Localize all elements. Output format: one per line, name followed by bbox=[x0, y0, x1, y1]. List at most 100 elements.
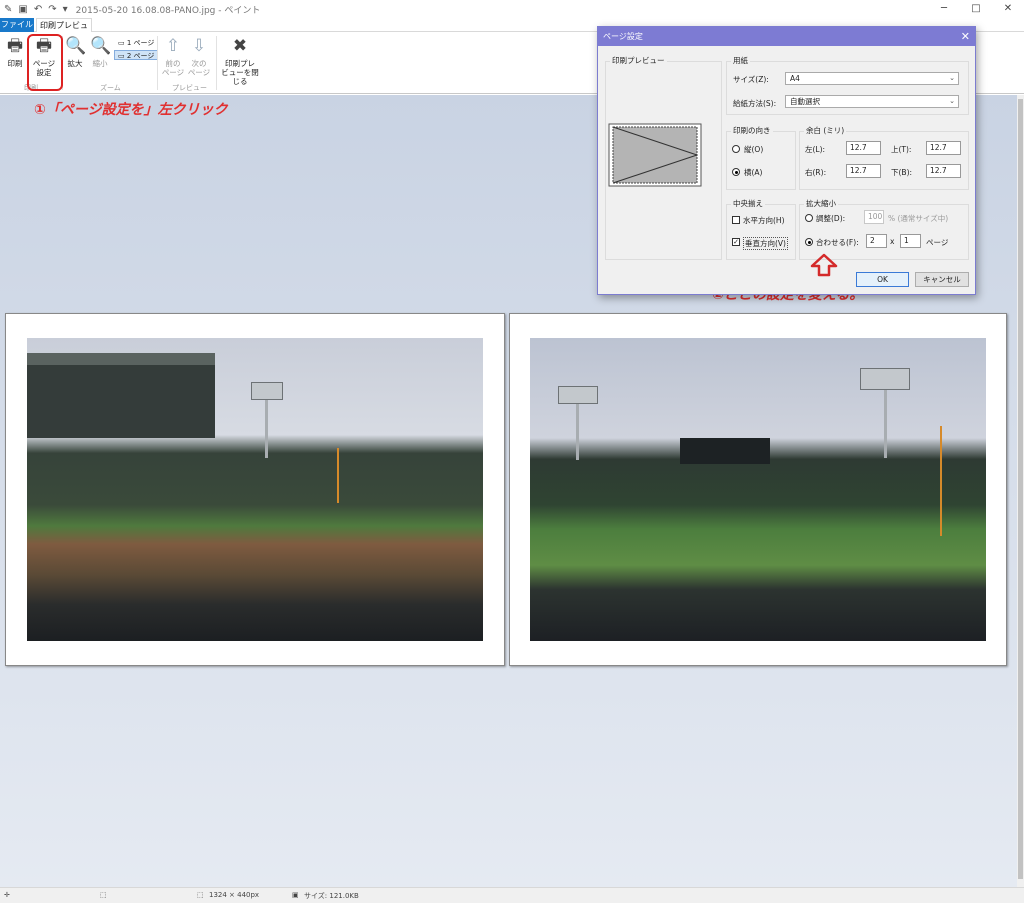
close-preview-label-2: ビューを閉じる bbox=[221, 68, 259, 86]
right-margin-input[interactable]: 12.7 bbox=[846, 164, 881, 178]
minimize-button[interactable]: ─ bbox=[928, 0, 960, 18]
dialog-title-bar: ページ設定 ✕ bbox=[598, 27, 975, 46]
fit-by-label: x bbox=[890, 237, 895, 246]
source-label: 給紙方法(S): bbox=[733, 99, 777, 108]
margins-group bbox=[799, 131, 969, 190]
paper-size-select[interactable]: A4 ⌄ bbox=[785, 72, 959, 85]
printer-icon: 🖶 bbox=[6, 36, 24, 56]
zoom-in-button[interactable]: 🔍 拡大 bbox=[65, 36, 87, 68]
zoom-in-label: 拡大 bbox=[67, 59, 83, 68]
annotation-step1: ①「ページ設定を」左クリック bbox=[34, 102, 228, 118]
cursor-position-icon: ✛ bbox=[4, 891, 10, 899]
zoom-out-icon: 🔍 bbox=[90, 36, 112, 56]
adjust-percent-input[interactable]: 100 bbox=[864, 210, 884, 224]
group-preview-label: プレビュー bbox=[172, 84, 207, 92]
ok-button[interactable]: OK bbox=[856, 272, 909, 287]
margins-label: 余白 (ミリ) bbox=[804, 125, 847, 136]
next-page-button[interactable]: ⇩ 次の ページ bbox=[186, 36, 212, 77]
save-icon[interactable]: ▣ bbox=[18, 4, 27, 15]
landscape-label: 横(A) bbox=[744, 168, 763, 177]
paper-source-value: 自動選択 bbox=[790, 97, 820, 106]
one-page-button[interactable]: ▭ 1 ページ bbox=[114, 37, 158, 47]
vertical-center-label: 垂直方向(V) bbox=[743, 237, 788, 250]
window-title: 2015-05-20 16.08.08-PANO.jpg - ペイント bbox=[75, 5, 261, 16]
fit-pages-tall-input[interactable]: 1 bbox=[900, 234, 921, 248]
print-button[interactable]: 🖶 印刷 bbox=[4, 36, 26, 68]
orientation-group bbox=[726, 131, 796, 190]
page-preview-thumbnail bbox=[608, 123, 702, 187]
window-controls: ─ □ ✕ bbox=[928, 0, 1024, 18]
right-margin-label: 右(R): bbox=[805, 168, 827, 177]
next-page-label-2: ページ bbox=[187, 68, 211, 77]
file-size: サイズ: 121.0KB bbox=[304, 892, 359, 900]
stadium-photo-right bbox=[530, 338, 986, 641]
image-dimensions: 1324 × 440px bbox=[209, 891, 260, 899]
tab-print-preview[interactable]: 印刷プレビュー bbox=[36, 18, 92, 43]
chevron-down-icon: ⌄ bbox=[949, 74, 955, 82]
page-setup-highlight-box bbox=[27, 34, 63, 91]
arrow-down-icon: ⇩ bbox=[191, 36, 207, 56]
light-tower bbox=[558, 386, 598, 404]
cancel-button[interactable]: キャンセル bbox=[915, 272, 969, 287]
left-margin-label: 左(L): bbox=[805, 145, 826, 154]
light-tower-pole bbox=[884, 388, 887, 458]
adjust-radio[interactable] bbox=[805, 214, 813, 222]
undo-icon[interactable]: ↶ bbox=[34, 4, 42, 15]
foul-pole bbox=[940, 426, 942, 536]
landscape-radio[interactable] bbox=[732, 168, 740, 176]
light-tower-pole bbox=[265, 398, 268, 458]
two-pages-label: 2 ページ bbox=[126, 52, 155, 60]
close-preview-button[interactable]: ✖ 印刷プレ ビューを閉じる bbox=[218, 36, 262, 86]
next-page-label-1: 次の bbox=[191, 59, 207, 68]
adjust-suffix: % (通常サイズ中) bbox=[888, 214, 949, 223]
orientation-label: 印刷の向き bbox=[731, 125, 773, 136]
checkmark-icon: ✓ bbox=[733, 238, 739, 246]
fit-to-label: 合わせる(F): bbox=[816, 238, 859, 247]
group-separator bbox=[216, 36, 217, 90]
scoreboard bbox=[680, 438, 770, 464]
zoom-out-button[interactable]: 🔍 縮小 bbox=[90, 36, 112, 68]
light-tower bbox=[251, 382, 283, 400]
fit-to-radio[interactable] bbox=[805, 238, 813, 246]
adjust-label: 調整(D): bbox=[816, 214, 846, 223]
maximize-button[interactable]: □ bbox=[960, 0, 992, 18]
grandstand-roof bbox=[27, 358, 215, 438]
vertical-center-checkbox[interactable]: ✓ bbox=[732, 238, 740, 246]
horizontal-center-checkbox[interactable] bbox=[732, 216, 740, 224]
paper-size-value: A4 bbox=[790, 74, 800, 83]
horizontal-center-label: 水平方向(H) bbox=[743, 216, 785, 225]
fit-pages-wide-input[interactable]: 2 bbox=[866, 234, 887, 248]
dialog-close-icon[interactable]: ✕ bbox=[961, 27, 970, 46]
two-pages-icon: ▭ bbox=[118, 52, 125, 60]
light-tower-pole bbox=[576, 400, 579, 460]
one-page-icon: ▭ bbox=[118, 39, 125, 47]
foul-pole bbox=[337, 448, 339, 503]
vertical-scrollbar[interactable] bbox=[1017, 95, 1024, 887]
centering-group bbox=[726, 204, 796, 260]
paper-label: 用紙 bbox=[731, 55, 750, 66]
grandstand-canopy bbox=[27, 353, 215, 365]
file-size-icon: ▣ bbox=[292, 891, 299, 899]
portrait-label: 縦(O) bbox=[744, 145, 764, 154]
portrait-radio[interactable] bbox=[732, 145, 740, 153]
close-button[interactable]: ✕ bbox=[992, 0, 1024, 18]
previous-page-button[interactable]: ⇧ 前の ページ bbox=[160, 36, 186, 77]
redo-icon[interactable]: ↷ bbox=[48, 4, 56, 15]
zoom-in-icon: 🔍 bbox=[65, 36, 87, 56]
left-margin-input[interactable]: 12.7 bbox=[846, 141, 881, 155]
bottom-margin-label: 下(B): bbox=[891, 168, 913, 177]
top-margin-input[interactable]: 12.7 bbox=[926, 141, 961, 155]
paint-app-icon: ✎ bbox=[4, 3, 13, 15]
image-dimensions-icon: ⬚ bbox=[197, 891, 204, 899]
paper-source-select[interactable]: 自動選択 ⌄ bbox=[785, 95, 959, 108]
dialog-title: ページ設定 bbox=[603, 32, 643, 41]
tab-file[interactable]: ファイル bbox=[0, 18, 34, 32]
quick-access-toolbar: ✎ ▣ ↶ ↷ ▾ bbox=[0, 4, 68, 15]
two-pages-button[interactable]: ▭ 2 ページ bbox=[114, 50, 159, 60]
zoom-out-label: 縮小 bbox=[92, 59, 108, 68]
bottom-margin-input[interactable]: 12.7 bbox=[926, 164, 961, 178]
scrollbar-thumb[interactable] bbox=[1018, 99, 1023, 879]
customize-dropdown-icon[interactable]: ▾ bbox=[63, 4, 68, 15]
previous-page-label-2: ページ bbox=[161, 68, 185, 77]
scaling-label: 拡大縮小 bbox=[804, 198, 838, 209]
